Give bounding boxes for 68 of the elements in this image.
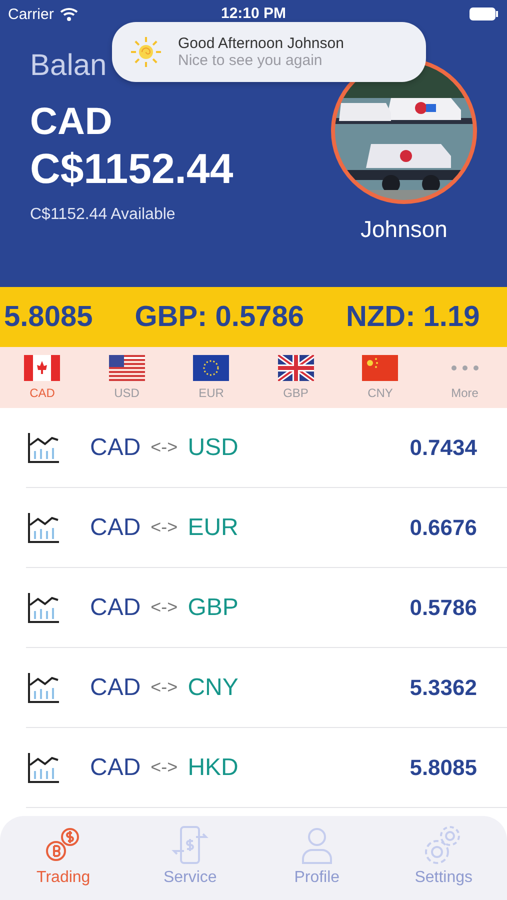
battery-icon [469, 7, 499, 21]
rate-row[interactable]: CAD <-> HKD 5.8085 [26, 728, 507, 808]
currency-tab-label: EUR [198, 386, 224, 400]
base-currency: CAD [90, 514, 141, 542]
profile-name: Johnson [360, 216, 448, 243]
currency-code: CAD [30, 100, 114, 144]
exchange-rate: 0.7434 [410, 434, 477, 460]
quote-currency: GBP [188, 594, 238, 622]
rate-row[interactable]: CAD <-> EUR 0.6676 [26, 488, 507, 568]
exchange-arrow: <-> [150, 597, 178, 618]
exchange-rate: 0.6676 [410, 514, 477, 540]
sun-icon [128, 34, 164, 70]
exchange-arrow: <-> [150, 517, 178, 538]
currency-tab-label: CAD [30, 386, 55, 400]
quote-currency: CNY [188, 674, 238, 702]
quote-currency: HKD [188, 754, 238, 782]
base-currency: CAD [90, 434, 141, 462]
currency-tab[interactable]: USD [84, 347, 169, 408]
base-currency: CAD [90, 674, 141, 702]
flag-icon [193, 355, 230, 381]
rate-row[interactable]: CAD <-> CNY 5.3362 [26, 648, 507, 728]
currency-tab-label: More [451, 386, 478, 400]
quote-currency: EUR [188, 514, 238, 542]
currency-tab-label: USD [114, 386, 140, 400]
exchange-rate: 5.3362 [410, 674, 477, 700]
flag-icon [108, 355, 145, 381]
base-currency: CAD [90, 754, 141, 782]
chart-icon [26, 750, 60, 784]
flag-icon [278, 355, 314, 381]
currency-tab[interactable]: EUR [169, 347, 254, 408]
wifi-icon [60, 7, 78, 21]
available-balance: C$1152.44 Available [30, 206, 176, 224]
chart-icon [26, 430, 60, 464]
tab-bar-item[interactable]: Service [126, 816, 254, 894]
tab-bar-item[interactable]: Profile [254, 816, 380, 894]
currency-tab[interactable]: GBP [254, 347, 338, 408]
tab-bar-item[interactable]: Settings [380, 816, 507, 894]
currency-tab[interactable]: More [422, 347, 507, 408]
notification-message: Nice to see you again [178, 52, 324, 69]
more-icon [450, 365, 479, 371]
currency-tab-label: CNY [368, 386, 393, 400]
rate-row[interactable]: CAD <-> USD 0.7434 [26, 408, 507, 488]
tab-bar-item[interactable]: Trading [0, 816, 127, 894]
chart-icon [26, 590, 60, 624]
flag-icon [362, 355, 398, 381]
currency-tab[interactable]: CAD [0, 347, 84, 408]
currency-tab-label: GBP [283, 386, 308, 400]
balance-label: Balan [30, 48, 107, 84]
balance-amount: C$1152.44 [30, 144, 234, 194]
exchange-arrow: <-> [150, 757, 178, 778]
notification-title: Good Afternoon Johnson [178, 35, 344, 52]
exchange-rate: 5.8085 [410, 754, 477, 780]
exchange-arrow: <-> [150, 437, 178, 458]
status-time: 12:10 PM [220, 5, 286, 22]
exchange-rate: 0.5786 [410, 594, 477, 620]
flag-icon [24, 355, 60, 381]
carrier-label: Carrier [8, 6, 54, 22]
ticker-rate: NZD: 1.19 [346, 300, 480, 334]
ticker-rate: 5.8085 [4, 300, 93, 334]
rate-row[interactable]: CAD <-> GBP 0.5786 [26, 568, 507, 648]
chart-icon [26, 510, 60, 544]
exchange-arrow: <-> [150, 677, 178, 698]
currency-tab[interactable]: CNY [338, 347, 422, 408]
quote-currency: USD [188, 434, 238, 462]
chart-icon [26, 670, 60, 704]
notification-banner[interactable]: Good Afternoon Johnson Nice to see you again [112, 22, 426, 82]
ticker-rate: GBP: 0.5786 [134, 300, 304, 334]
base-currency: CAD [90, 594, 141, 622]
